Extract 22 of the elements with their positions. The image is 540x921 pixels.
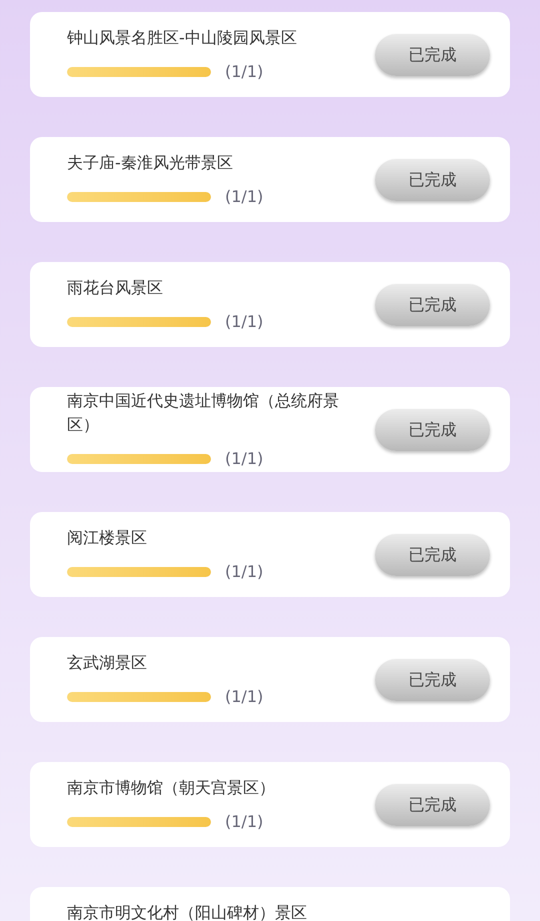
task-title: 南京中国近代史遗址博物馆（总统府景区） bbox=[67, 390, 340, 436]
task-title: 玄武湖景区 bbox=[67, 652, 148, 674]
task-title: 南京市明文化村（阳山碑材）景区 bbox=[67, 902, 308, 921]
completed-button[interactable]: 已完成 bbox=[375, 284, 490, 326]
task-title: 钟山风景名胜区-中山陵园风景区 bbox=[67, 26, 298, 48]
progress-count: (1/1) bbox=[225, 448, 264, 470]
progress-count: (1/1) bbox=[225, 686, 264, 708]
task-title: 阅江楼景区 bbox=[67, 526, 148, 548]
progress-count: (1/1) bbox=[225, 186, 264, 208]
progress-count: (1/1) bbox=[225, 310, 264, 332]
task-title: 雨花台风景区 bbox=[67, 276, 164, 298]
task-title: 南京市博物馆（朝天宫景区） bbox=[67, 776, 276, 798]
completed-button[interactable]: 已完成 bbox=[375, 658, 490, 700]
completed-button[interactable]: 已完成 bbox=[375, 34, 490, 76]
completed-button[interactable]: 已完成 bbox=[375, 158, 490, 200]
progress-count: (1/1) bbox=[225, 810, 264, 832]
progress-count: (1/1) bbox=[225, 60, 264, 82]
completed-button[interactable]: 已完成 bbox=[375, 408, 490, 450]
progress-count: (1/1) bbox=[225, 560, 264, 582]
completed-button[interactable]: 已完成 bbox=[375, 784, 490, 826]
task-title: 夫子庙-秦淮风光带景区 bbox=[67, 152, 234, 174]
completed-button[interactable]: 已完成 bbox=[375, 534, 490, 576]
